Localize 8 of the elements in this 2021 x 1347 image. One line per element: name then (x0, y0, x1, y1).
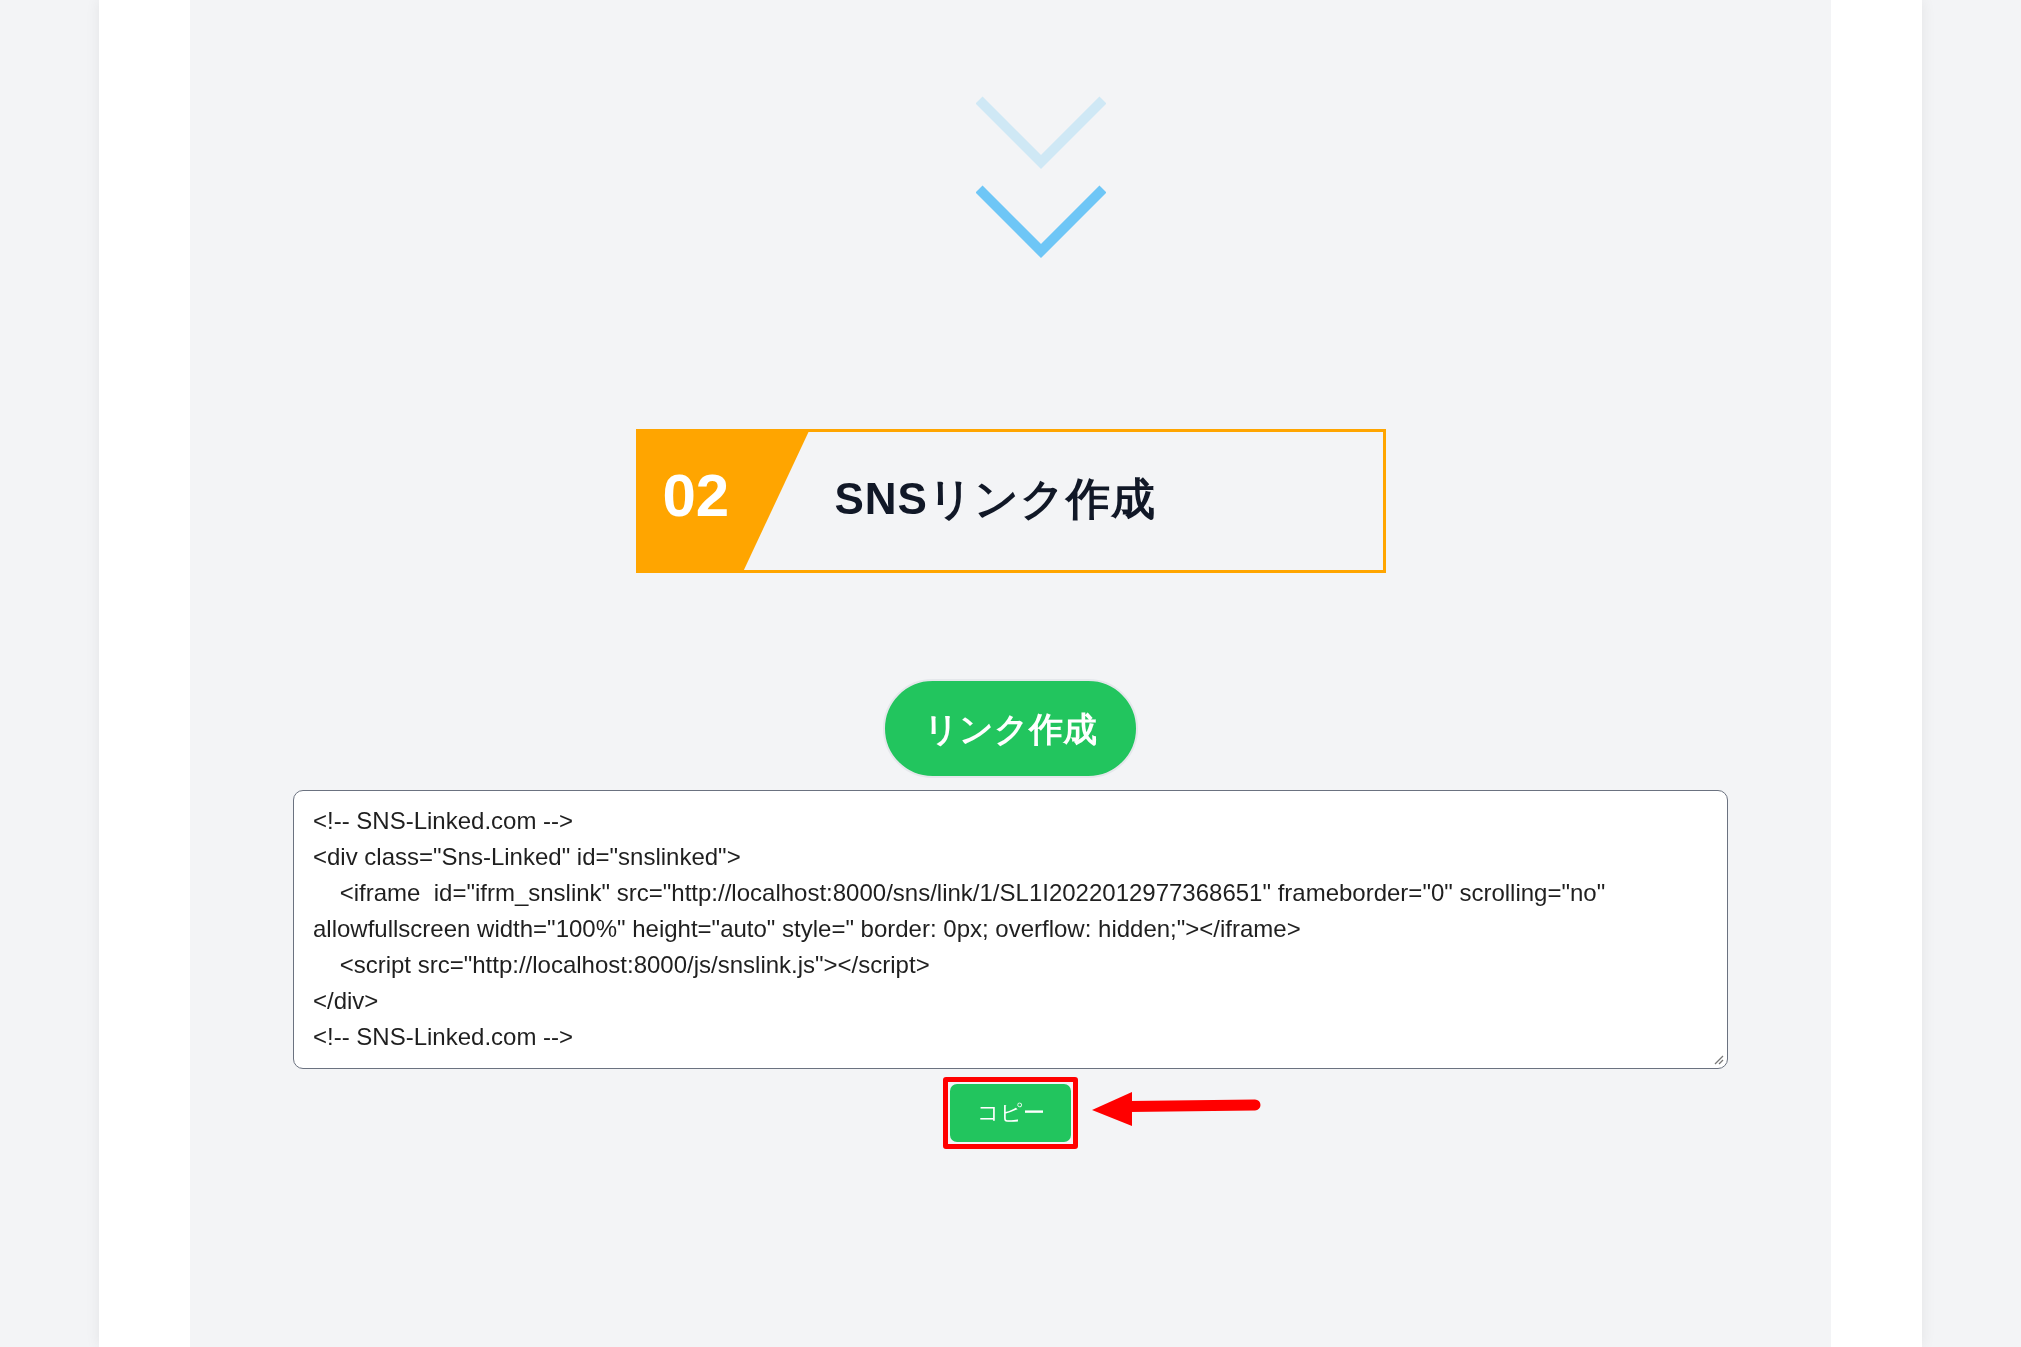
double-chevron-down-icon (976, 95, 1106, 260)
create-link-button[interactable]: リンク作成 (883, 679, 1138, 778)
resize-handle-icon[interactable] (1714, 1055, 1724, 1065)
section-title: SNSリンク作成 (834, 477, 1156, 521)
copy-button[interactable]: コピー (950, 1084, 1071, 1142)
step-number: 02 (638, 432, 809, 570)
arrow-icon (1091, 1091, 1261, 1127)
embed-code-textarea[interactable]: <!-- SNS-Linked.com --> <div class="Sns-Linked" id="snslinked"> <iframe id="ifrm_snslink" src="http://localhost:8000/sns/link/1/SL1I2022012977368651" frameborder="0" scrolling="no" allowfullscreen width="100%" height="auto" style=" border: 0px; overflow: hidden;"></iframe> <script src="http://localhost:8000/js/snslink.js"></script> </div> <!-- SNS-Linked.com --> (293, 790, 1728, 1069)
